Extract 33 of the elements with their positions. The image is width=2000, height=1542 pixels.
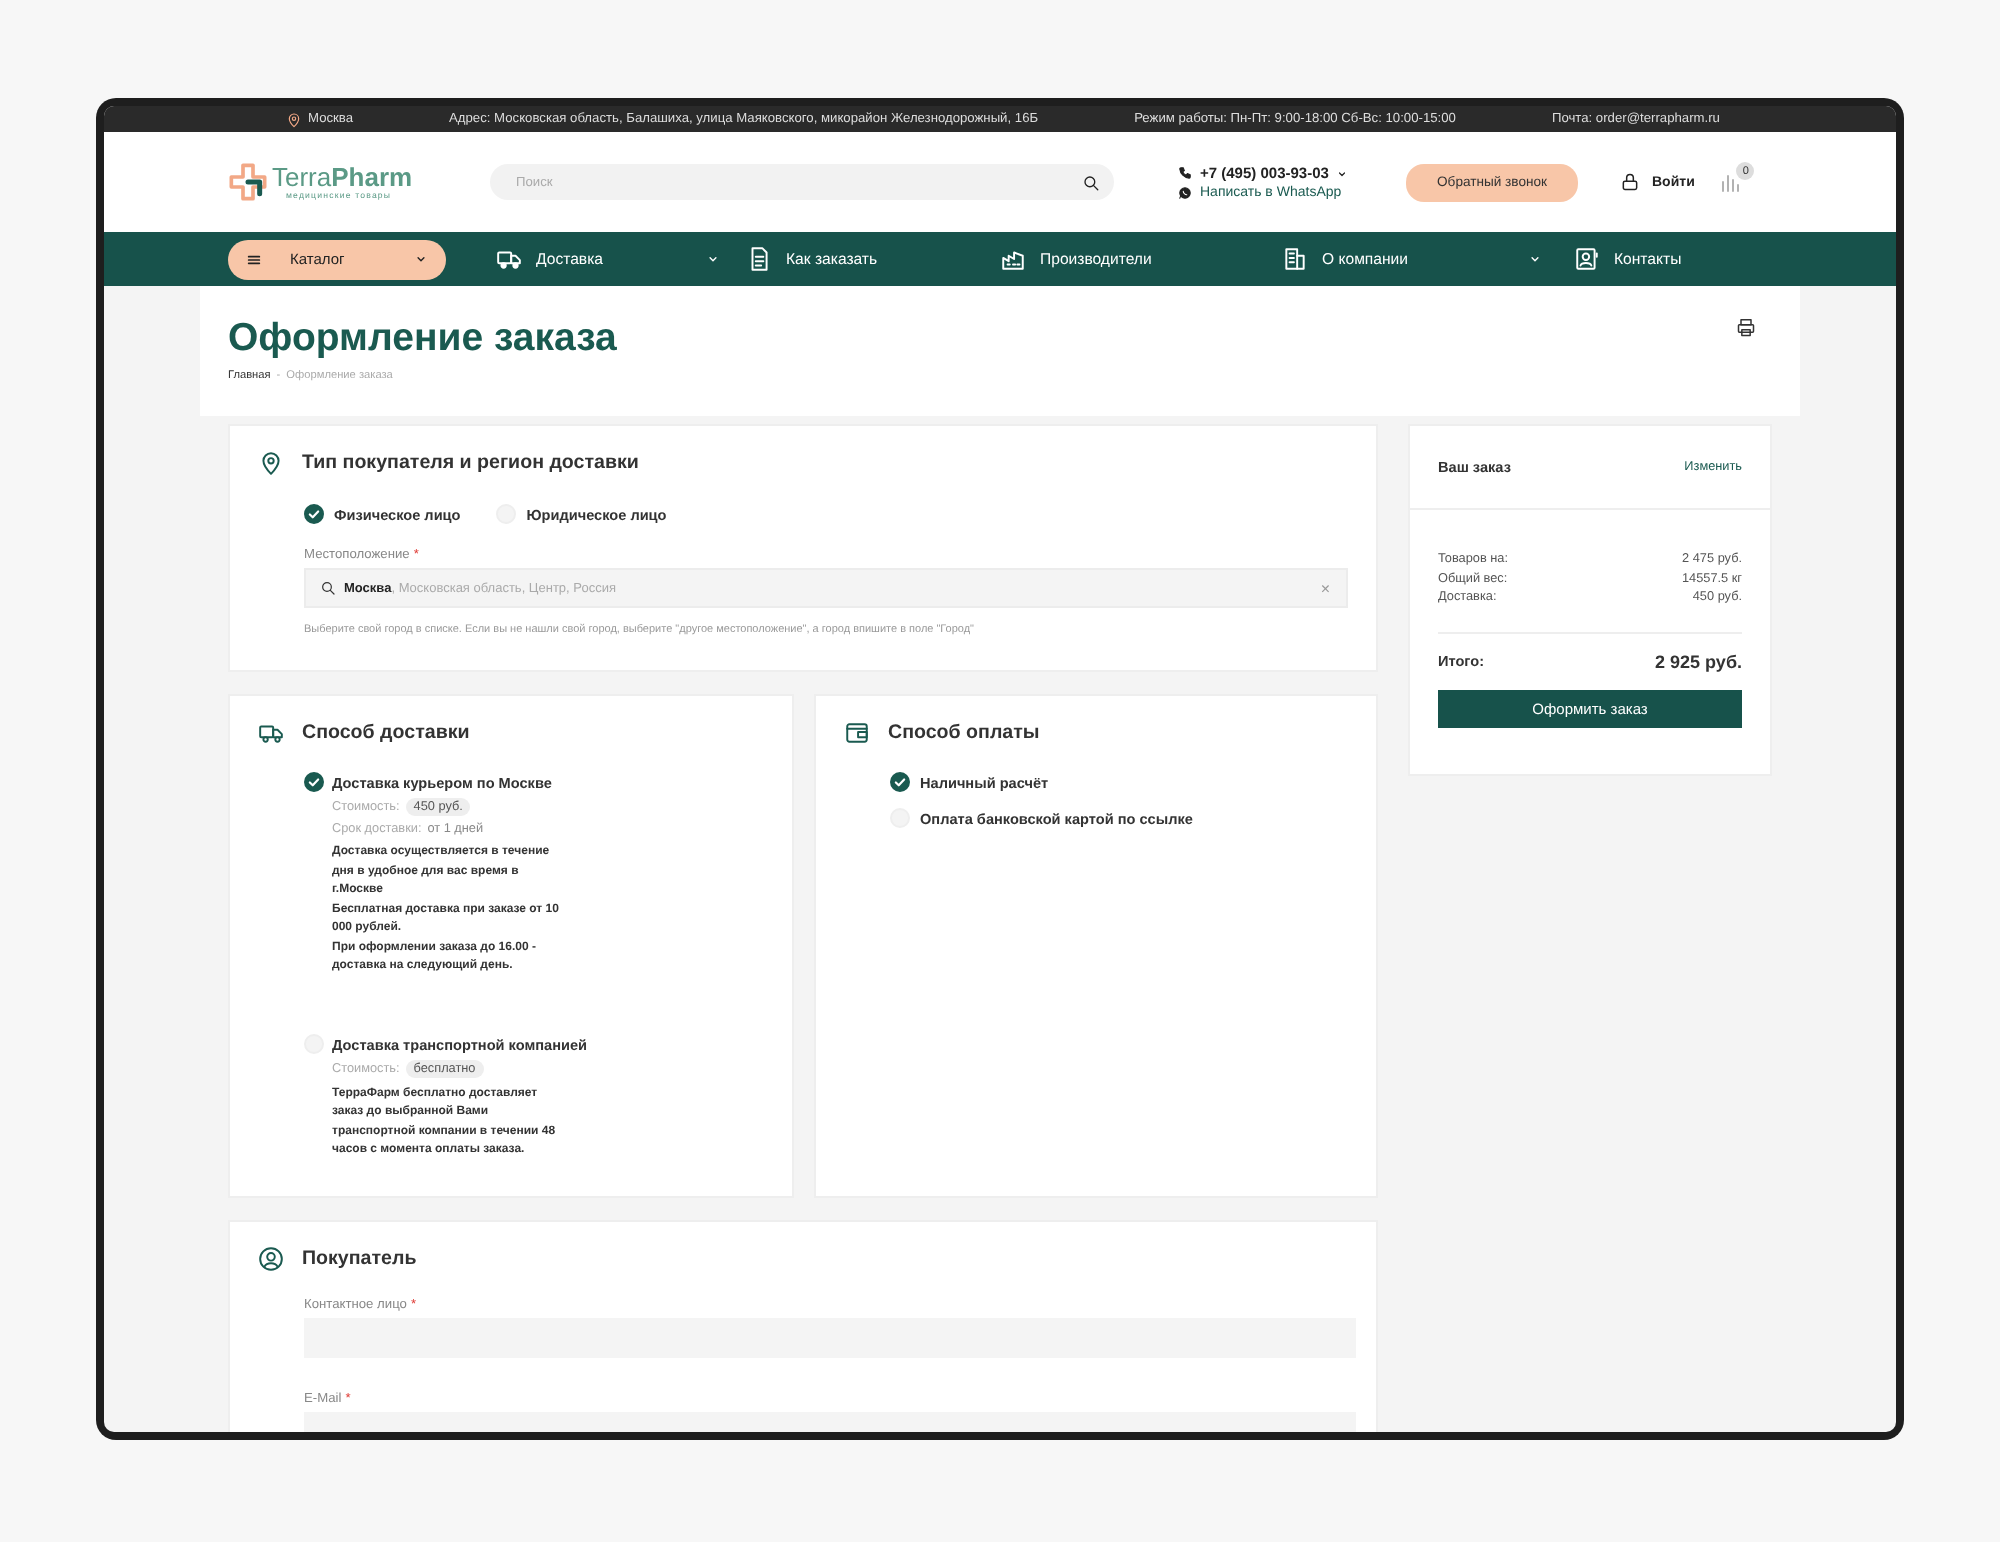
check-icon — [890, 772, 910, 792]
check-icon — [304, 504, 324, 524]
search-icon — [320, 580, 336, 596]
print-icon[interactable] — [1736, 318, 1756, 338]
search-icon — [1082, 173, 1100, 191]
truck-icon — [258, 720, 284, 746]
section-title: Тип покупателя и регион доставки — [302, 452, 639, 474]
radio-button[interactable] — [304, 504, 324, 524]
building-icon — [1282, 246, 1308, 272]
radio-button[interactable] — [890, 772, 910, 792]
menu-icon — [246, 251, 262, 267]
section-title: Способ доставки — [302, 722, 470, 744]
section-title: Покупатель — [302, 1248, 417, 1270]
contact-card-icon — [1574, 246, 1600, 272]
map-pin-icon — [258, 450, 284, 476]
phone-icon — [1178, 166, 1192, 180]
location-pin-icon — [286, 111, 302, 127]
caret-icon — [1336, 167, 1349, 179]
total-value: 2 925 руб. — [1655, 651, 1742, 671]
radio-button[interactable] — [304, 772, 324, 792]
check-icon — [304, 772, 324, 792]
caret-icon — [414, 252, 428, 266]
truck-icon — [496, 246, 522, 272]
factory-icon — [1000, 246, 1026, 272]
lock-icon — [1620, 172, 1640, 192]
section-title: Способ оплаты — [888, 722, 1040, 744]
logo-cross-icon — [228, 162, 268, 202]
document-icon — [746, 246, 772, 272]
user-icon — [258, 1246, 284, 1272]
wallet-icon — [844, 720, 870, 746]
chat-bubble-icon — [1178, 186, 1192, 200]
bar-chart-icon — [1718, 170, 1743, 194]
page-title: Оформление заказа — [228, 318, 617, 361]
